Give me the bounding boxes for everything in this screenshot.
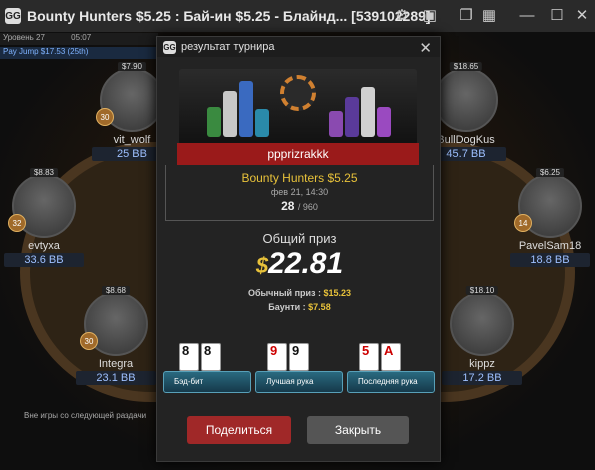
last-hand[interactable]: 5 A Последняя рука: [347, 343, 435, 395]
app-logo-icon: GG: [5, 8, 21, 24]
stack-amount: $8.68: [101, 286, 131, 295]
level-text: Уровень 27: [3, 33, 45, 42]
bad-beat-button[interactable]: Бэд-бит: [163, 371, 251, 393]
tournament-date: фев 21, 14:30: [270, 187, 329, 197]
maximize-icon[interactable]: ☐: [548, 7, 566, 25]
bad-beat-hand[interactable]: 8 8 Бэд-бит: [163, 343, 251, 395]
player-stack-bb: 17.2 BB: [442, 371, 522, 385]
card: 9: [267, 343, 287, 371]
settings-icon[interactable]: ⚙: [393, 7, 411, 25]
player-seat[interactable]: $8.83 32 evtyxa 33.6 BB: [4, 168, 84, 267]
player-seat[interactable]: $6.25 14 PavelSam18 18.8 BB: [510, 168, 590, 267]
app-logo-icon: GG: [163, 40, 176, 54]
close-icon[interactable]: ✕: [419, 39, 432, 57]
player-seat[interactable]: $18.10 kippz 17.2 BB: [442, 286, 522, 385]
bounty-badge: 30: [96, 108, 114, 126]
field-size: / 960: [297, 202, 318, 212]
stack-amount: $6.25: [535, 168, 565, 177]
lobby-icon[interactable]: ▣: [421, 7, 439, 25]
player-ribbon: ppprizrakkk: [177, 143, 419, 165]
avatar: $18.65: [434, 62, 498, 132]
card: A: [381, 343, 401, 371]
bounty-badge: 32: [8, 214, 26, 232]
close-button[interactable]: Закрыть: [307, 416, 409, 444]
bounty-label: Баунти :: [268, 302, 306, 312]
clock-text: 05:07: [71, 33, 92, 42]
card: 5: [359, 343, 379, 371]
stack-amount: $8.83: [29, 168, 59, 177]
grid-icon[interactable]: ▦: [480, 7, 498, 25]
bounty-value: $7.58: [308, 302, 331, 312]
stack-amount: $18.65: [449, 62, 483, 71]
best-hand[interactable]: 9 9 Лучшая рука: [255, 343, 343, 395]
chip-stack: [329, 111, 343, 137]
avatar: $18.10: [450, 286, 514, 356]
last-hand-button[interactable]: Последняя рука: [347, 371, 435, 393]
card: 8: [179, 343, 199, 371]
bounty-badge: 30: [80, 332, 98, 350]
table-status: Уровень 27 05:07 Pay Jump $17.53 (25th): [0, 33, 158, 61]
chip-stack: [223, 91, 237, 137]
avatar: $8.68 30: [80, 286, 148, 356]
total-prize-value: 22.81: [268, 247, 344, 280]
avatar: $8.83 32: [8, 168, 76, 238]
chip-stack: [239, 81, 253, 137]
total-prize-amount: $22.81: [157, 247, 442, 281]
close-window-icon[interactable]: ✕: [573, 7, 591, 25]
player-name: Integra: [98, 358, 134, 370]
bounty-line: Баунти : $7.58: [157, 302, 442, 312]
chip-stack: [255, 109, 269, 137]
dialog-title: результат турнира: [181, 41, 275, 53]
window-title: Bounty Hunters $5.25 : Бай-ин $5.25 - Бл…: [27, 8, 431, 24]
regular-prize-label: Обычный приз :: [247, 288, 322, 298]
finish-place: 28 / 960: [166, 199, 433, 213]
best-hand-button[interactable]: Лучшая рука: [255, 371, 343, 393]
chips-banner: [179, 69, 417, 145]
stack-amount: $7.90: [117, 62, 147, 71]
card: 8: [201, 343, 221, 371]
dialog-header: GG результат турнира ✕: [157, 37, 440, 57]
chip-stack: [207, 107, 221, 137]
player-stack-bb: 23.1 BB: [76, 371, 156, 385]
minimize-icon[interactable]: —: [518, 7, 536, 25]
player-seat[interactable]: $8.68 30 Integra 23.1 BB: [76, 286, 156, 385]
tile-windows-icon[interactable]: ❐: [457, 7, 475, 25]
pay-jump-text: Pay Jump $17.53 (25th): [0, 47, 158, 59]
tournament-result-dialog: GG результат турнира ✕ ppprizrakkk Bount…: [156, 36, 441, 462]
chip-stack: [361, 87, 375, 137]
avatar: $6.25 14: [514, 168, 582, 238]
currency-symbol: $: [255, 253, 269, 278]
player-name: evtyxa: [28, 240, 60, 252]
player-name: PavelSam18: [518, 240, 582, 252]
player-name: kippz: [469, 358, 495, 370]
card: 9: [289, 343, 309, 371]
tournament-name: Bounty Hunters $5.25: [241, 171, 358, 185]
share-button[interactable]: Поделиться: [187, 416, 291, 444]
chip-icon: [280, 75, 316, 111]
title-bar: GG Bounty Hunters $5.25 : Бай-ин $5.25 -…: [0, 0, 595, 32]
sit-out-note: Вне игры со следующей раздачи: [24, 411, 147, 420]
player-stack-bb: 18.8 BB: [510, 253, 590, 267]
stack-amount: $18.10: [465, 286, 499, 295]
place-value: 28: [281, 199, 295, 213]
total-prize-label: Общий приз: [262, 231, 337, 246]
chip-stack: [377, 107, 391, 137]
player-stack-bb: 33.6 BB: [4, 253, 84, 267]
chip-stack: [345, 97, 359, 137]
regular-prize-line: Обычный приз : $15.23: [157, 288, 442, 298]
bounty-badge: 14: [514, 214, 532, 232]
tournament-info: Bounty Hunters $5.25 фев 21, 14:30 28 / …: [165, 165, 434, 221]
avatar: $7.90 30: [96, 62, 164, 132]
regular-prize-value: $15.23: [323, 288, 352, 298]
